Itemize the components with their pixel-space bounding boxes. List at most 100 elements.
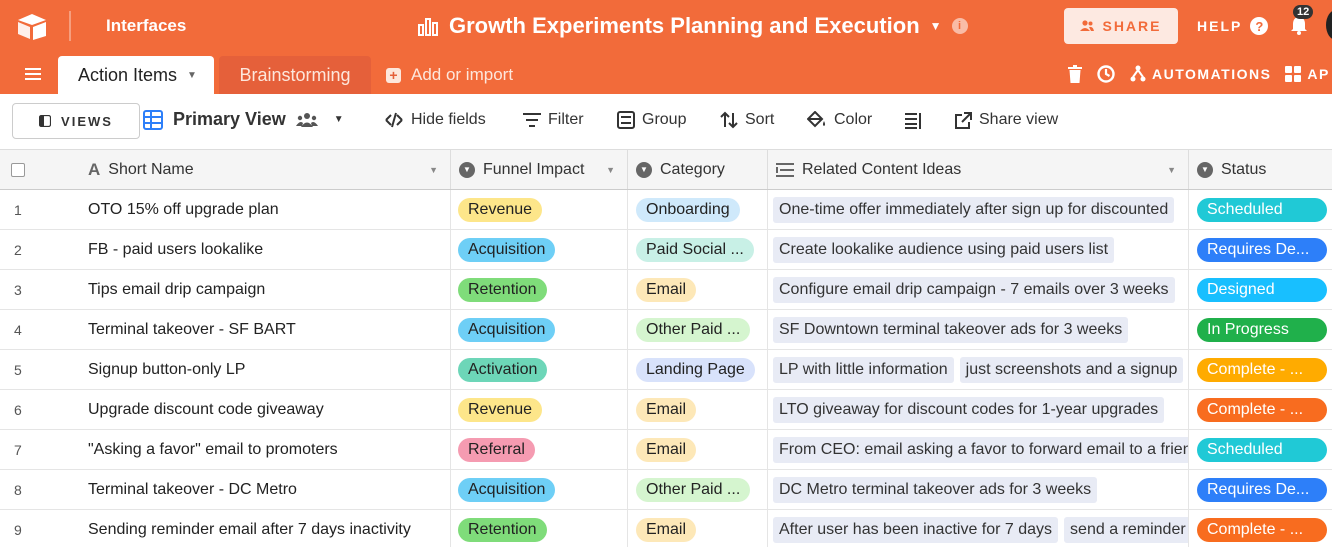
- category-cell[interactable]: Paid Social ...: [628, 230, 768, 270]
- col-funnel-impact[interactable]: ▼ Funnel Impact ▼: [451, 150, 628, 189]
- hide-fields-button[interactable]: Hide fields: [384, 111, 486, 129]
- short-name-cell[interactable]: Tips email drip campaign: [82, 270, 451, 310]
- short-name-cell[interactable]: Terminal takeover - DC Metro: [82, 470, 451, 510]
- related-content-cell[interactable]: Configure email drip campaign - 7 emails…: [768, 270, 1189, 310]
- funnel-impact-cell[interactable]: Activation: [451, 350, 628, 390]
- funnel-impact-cell[interactable]: Revenue: [451, 390, 628, 430]
- related-content-cell[interactable]: From CEO: email asking a favor to forwar…: [768, 430, 1189, 470]
- category-cell[interactable]: Landing Page: [628, 350, 768, 390]
- row-number-cell[interactable]: 3: [0, 270, 82, 310]
- row-number-cell[interactable]: 8: [0, 470, 82, 510]
- chevron-down-icon[interactable]: ▼: [1167, 165, 1176, 175]
- short-name-cell[interactable]: "Asking a favor" email to promoters: [82, 430, 451, 470]
- table-row[interactable]: 9 Sending reminder email after 7 days ina…: [0, 510, 1332, 547]
- share-view-button[interactable]: Share view: [955, 111, 1058, 129]
- category-cell[interactable]: Onboarding: [628, 190, 768, 230]
- row-number-cell[interactable]: 4: [0, 310, 82, 350]
- status-cell[interactable]: Designed: [1189, 270, 1332, 310]
- trash-icon[interactable]: [1068, 65, 1082, 83]
- category-cell[interactable]: Other Paid ...: [628, 470, 768, 510]
- funnel-impact-cell[interactable]: Retention: [451, 510, 628, 547]
- tab-action-items[interactable]: Action Items ▼: [58, 56, 214, 94]
- status-cell[interactable]: Scheduled: [1189, 190, 1332, 230]
- row-number-cell[interactable]: 6: [0, 390, 82, 430]
- col-short-name[interactable]: A Short Name ▼: [82, 150, 451, 189]
- short-name-cell[interactable]: FB - paid users lookalike: [82, 230, 451, 270]
- funnel-impact-cell[interactable]: Referral: [451, 430, 628, 470]
- short-name-cell[interactable]: OTO 15% off upgrade plan: [82, 190, 451, 230]
- row-number-cell[interactable]: 5: [0, 350, 82, 390]
- share-button[interactable]: SHARE: [1064, 8, 1178, 44]
- col-category[interactable]: ▼ Category: [628, 150, 768, 189]
- related-content-cell[interactable]: One-time offer immediately after sign up…: [768, 190, 1189, 230]
- group-button[interactable]: Group: [617, 111, 686, 129]
- tab-brainstorming[interactable]: Brainstorming: [219, 56, 371, 94]
- status-cell[interactable]: Scheduled: [1189, 430, 1332, 470]
- related-content-cell[interactable]: SF Downtown terminal takeover ads for 3 …: [768, 310, 1189, 350]
- funnel-impact-cell[interactable]: Acquisition: [451, 470, 628, 510]
- airtable-logo-icon[interactable]: [16, 12, 48, 40]
- status-cell[interactable]: Complete - ...: [1189, 350, 1332, 390]
- row-number-cell[interactable]: 2: [0, 230, 82, 270]
- status-cell[interactable]: Requires De...: [1189, 230, 1332, 270]
- table-row[interactable]: 5 Signup button-only LP Activation Landing …: [0, 350, 1332, 390]
- chevron-down-icon[interactable]: ▼: [930, 19, 942, 33]
- short-name-cell[interactable]: Terminal takeover - SF BART: [82, 310, 451, 350]
- table-row[interactable]: 7 "Asking a favor" email to promoters Refe…: [0, 430, 1332, 470]
- category-cell[interactable]: Other Paid ...: [628, 310, 768, 350]
- apps-button[interactable]: AP: [1285, 66, 1329, 82]
- funnel-impact-cell[interactable]: Acquisition: [451, 230, 628, 270]
- status-cell[interactable]: Complete - ...: [1189, 390, 1332, 430]
- table-row[interactable]: 6 Upgrade discount code giveaway Revenue Em…: [0, 390, 1332, 430]
- related-content-cell[interactable]: Create lookalike audience using paid use…: [768, 230, 1189, 270]
- col-status[interactable]: ▼ Status: [1189, 150, 1332, 189]
- interfaces-link[interactable]: Interfaces: [106, 16, 186, 36]
- add-or-import-button[interactable]: + Add or import: [386, 65, 513, 85]
- status-cell[interactable]: Requires De...: [1189, 470, 1332, 510]
- row-number-cell[interactable]: 7: [0, 430, 82, 470]
- short-name-cell[interactable]: Upgrade discount code giveaway: [82, 390, 451, 430]
- info-icon[interactable]: i: [951, 18, 968, 34]
- status-cell[interactable]: In Progress: [1189, 310, 1332, 350]
- view-switcher[interactable]: Primary View ▼: [143, 109, 344, 130]
- related-content-cell[interactable]: LTO giveaway for discount codes for 1-ye…: [768, 390, 1189, 430]
- chevron-down-icon[interactable]: ▼: [187, 70, 197, 81]
- filter-button[interactable]: Filter: [523, 111, 584, 129]
- short-name-cell[interactable]: Sending reminder email after 7 days inac…: [82, 510, 451, 547]
- funnel-impact-cell[interactable]: Acquisition: [451, 310, 628, 350]
- color-button[interactable]: Color: [807, 111, 872, 129]
- base-title[interactable]: Growth Experiments Planning and Executio…: [449, 13, 920, 39]
- avatar[interactable]: [1326, 10, 1332, 40]
- select-all-cell[interactable]: [0, 150, 82, 189]
- related-content-cell[interactable]: After user has been inactive for 7 days s…: [768, 510, 1189, 547]
- table-row[interactable]: 1 OTO 15% off upgrade plan Revenue Onboardi…: [0, 190, 1332, 230]
- table-row[interactable]: 8 Terminal takeover - DC Metro Acquisition…: [0, 470, 1332, 510]
- short-name-cell[interactable]: Signup button-only LP: [82, 350, 451, 390]
- views-button[interactable]: VIEWS: [12, 103, 140, 139]
- category-cell[interactable]: Email: [628, 430, 768, 470]
- funnel-impact-cell[interactable]: Revenue: [451, 190, 628, 230]
- table-row[interactable]: 4 Terminal takeover - SF BART Acquisition O…: [0, 310, 1332, 350]
- chevron-down-icon[interactable]: ▼: [334, 114, 344, 125]
- table-row[interactable]: 3 Tips email drip campaign Retention Email C…: [0, 270, 1332, 310]
- row-height-icon[interactable]: [905, 113, 923, 129]
- category-cell[interactable]: Email: [628, 510, 768, 547]
- related-content-cell[interactable]: LP with little information just screensho…: [768, 350, 1189, 390]
- category-cell[interactable]: Email: [628, 390, 768, 430]
- status-cell[interactable]: Complete - ...: [1189, 510, 1332, 547]
- chevron-down-icon[interactable]: ▼: [429, 165, 438, 175]
- col-related-content[interactable]: Related Content Ideas ▼: [768, 150, 1189, 189]
- base-title-group[interactable]: Growth Experiments Planning and Executio…: [417, 12, 968, 40]
- sort-button[interactable]: Sort: [720, 111, 774, 129]
- row-number-cell[interactable]: 9: [0, 510, 82, 547]
- funnel-impact-cell[interactable]: Retention: [451, 270, 628, 310]
- row-number-cell[interactable]: 1: [0, 190, 82, 230]
- table-row[interactable]: 2 FB - paid users lookalike Acquisition Pai…: [0, 230, 1332, 270]
- related-content-cell[interactable]: DC Metro terminal takeover ads for 3 wee…: [768, 470, 1189, 510]
- automations-button[interactable]: AUTOMATIONS: [1130, 65, 1271, 83]
- chevron-down-icon[interactable]: ▼: [606, 165, 615, 175]
- select-all-checkbox[interactable]: [11, 162, 25, 177]
- history-icon[interactable]: [1096, 64, 1116, 84]
- help-button[interactable]: HELP ?: [1197, 17, 1269, 35]
- hamburger-menu-icon[interactable]: [25, 68, 41, 80]
